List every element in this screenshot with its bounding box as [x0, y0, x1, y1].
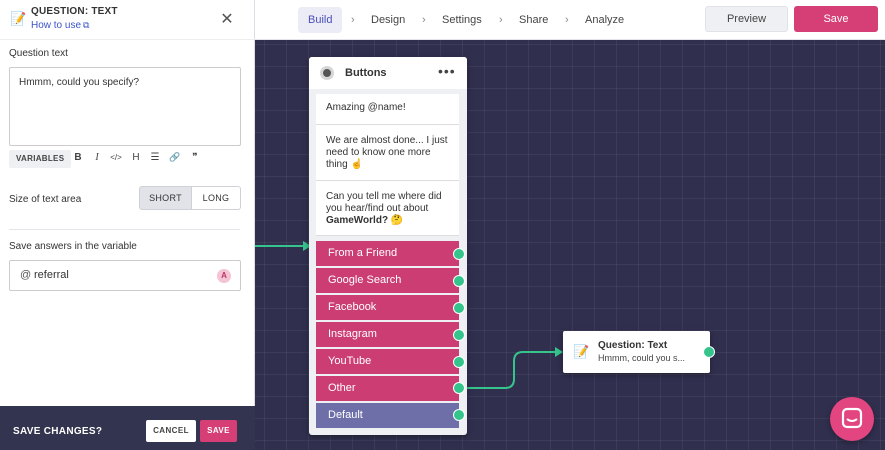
nav-separator: ›	[422, 14, 426, 26]
format-toolbar: VARIABLES B I </> H ☰ 🔗 ❞	[9, 150, 249, 168]
italic-icon[interactable]: I	[91, 152, 103, 163]
cancel-button[interactable]: CANCEL	[146, 420, 196, 442]
nav-step-settings[interactable]: Settings	[432, 7, 492, 33]
panel-title: QUESTION: TEXT	[31, 6, 118, 17]
buttons-node[interactable]: Buttons ••• Amazing @name! We are almost…	[309, 57, 467, 435]
bold-icon[interactable]: B	[72, 152, 84, 163]
variable-badge: A	[217, 269, 231, 283]
nav-step-analyze[interactable]: Analyze	[575, 7, 634, 33]
output-port[interactable]	[453, 275, 465, 287]
nav-step-share[interactable]: Share	[509, 7, 558, 33]
external-link-icon: ⧉	[83, 20, 90, 30]
question-text-input[interactable]: Hmmm, could you specify?	[9, 67, 241, 146]
how-to-use-link[interactable]: How to use ⧉	[31, 20, 89, 31]
default-option-button[interactable]: Default	[316, 403, 459, 428]
chat-launcher-button[interactable]	[830, 397, 874, 441]
more-icon[interactable]: •••	[438, 63, 456, 79]
close-icon[interactable]: ✕	[220, 9, 234, 29]
message-bold: GameWorld?	[326, 215, 389, 226]
node-header: Buttons •••	[309, 57, 467, 89]
option-button[interactable]: YouTube	[316, 349, 459, 374]
quote-icon[interactable]: ❞	[189, 152, 201, 163]
memo-icon: 📝	[573, 344, 590, 359]
nav-separator: ›	[351, 14, 355, 26]
question-settings-panel: 📝 QUESTION: TEXT How to use ⧉ ✕ Question …	[0, 0, 255, 450]
question-text-label: Question text	[9, 48, 68, 59]
save-changes-label: SAVE CHANGES?	[13, 426, 103, 437]
link-icon[interactable]: 🔗	[169, 152, 181, 163]
question-node-preview: Hmmm, could you s...	[598, 353, 686, 363]
question-node-title: Question: Text	[598, 340, 668, 351]
at-icon: @	[20, 269, 32, 281]
variables-button[interactable]: VARIABLES	[9, 150, 72, 168]
option-button[interactable]: Other	[316, 376, 459, 401]
output-port[interactable]	[453, 302, 465, 314]
save-variable-label: Save answers in the variable	[9, 241, 137, 252]
thinking-icon: 🤔	[390, 215, 404, 226]
question-text-node[interactable]: 📝 Question: Text Hmmm, could you s...	[563, 331, 710, 373]
preview-button[interactable]: Preview	[705, 6, 788, 32]
size-long-button[interactable]: LONG	[192, 186, 241, 210]
option-button[interactable]: Instagram	[316, 322, 459, 347]
nav-step-design[interactable]: Design	[361, 7, 415, 33]
connector-other-to-question	[466, 351, 556, 389]
output-port[interactable]	[453, 409, 465, 421]
divider	[9, 229, 240, 230]
how-to-use-label: How to use	[31, 20, 82, 31]
size-label: Size of text area	[9, 194, 82, 205]
message-card[interactable]: Amazing @name!	[316, 94, 459, 125]
save-changes-bar: SAVE CHANGES? CANCEL SAVE	[0, 406, 255, 450]
variable-value: referral	[34, 269, 69, 281]
message-text: Can you tell me where did you hear/find …	[326, 191, 442, 214]
chat-icon	[841, 407, 863, 429]
option-button[interactable]: Google Search	[316, 268, 459, 293]
nav-separator: ›	[499, 14, 503, 26]
output-port[interactable]	[453, 329, 465, 341]
option-button[interactable]: From a Friend	[316, 241, 459, 266]
code-icon[interactable]: </>	[110, 153, 122, 162]
save-changes-button[interactable]: SAVE	[200, 420, 237, 442]
variable-input[interactable]: @ referral A	[9, 260, 241, 291]
message-card[interactable]: We are almost done... I just need to kno…	[316, 125, 459, 181]
connector-out-arrow	[555, 347, 563, 357]
output-port[interactable]	[453, 382, 465, 394]
panel-header: 📝 QUESTION: TEXT How to use ⧉ ✕	[0, 0, 255, 40]
memo-icon: 📝	[10, 11, 27, 26]
nav-step-build[interactable]: Build	[298, 7, 343, 33]
list-icon[interactable]: ☰	[149, 152, 161, 163]
bot-avatar	[320, 66, 334, 80]
output-port[interactable]	[703, 346, 715, 358]
size-short-button[interactable]: SHORT	[139, 186, 192, 210]
output-port[interactable]	[453, 248, 465, 260]
output-port[interactable]	[453, 356, 465, 368]
message-card[interactable]: Can you tell me where did you hear/find …	[316, 181, 459, 236]
option-button[interactable]: Facebook	[316, 295, 459, 320]
heading-icon[interactable]: H	[130, 152, 142, 163]
save-button[interactable]: Save	[794, 6, 878, 32]
node-title: Buttons	[345, 67, 387, 79]
nav-separator: ›	[565, 14, 569, 26]
